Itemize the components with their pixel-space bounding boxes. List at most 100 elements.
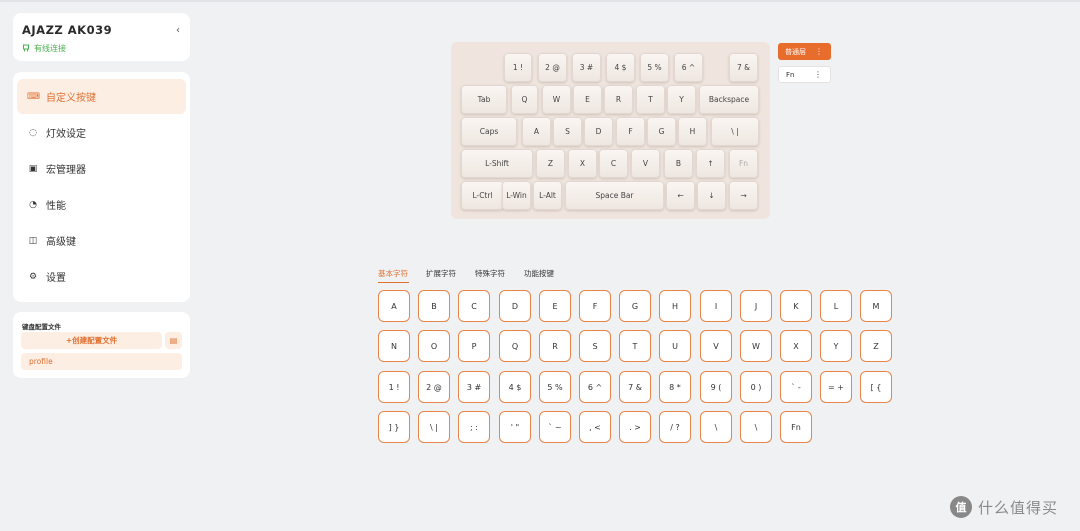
- char-key[interactable]: V: [700, 330, 732, 362]
- sidebar-item-4[interactable]: ◔ 性能: [17, 187, 186, 222]
- char-key[interactable]: / ?: [659, 411, 691, 443]
- keyboard-key[interactable]: Z: [536, 149, 565, 178]
- char-key[interactable]: I: [700, 290, 732, 322]
- char-key[interactable]: F: [579, 290, 611, 322]
- keyboard-key[interactable]: Q: [511, 85, 538, 114]
- sidebar-item-5[interactable]: ◫ 高级键: [17, 223, 186, 258]
- keyboard-key[interactable]: Fn: [729, 149, 758, 178]
- char-key[interactable]: G: [619, 290, 651, 322]
- tab-extended-chars[interactable]: 扩展字符: [426, 268, 456, 279]
- char-key[interactable]: ; :: [458, 411, 490, 443]
- char-key[interactable]: A: [378, 290, 410, 322]
- char-key[interactable]: 3 #: [458, 371, 490, 403]
- char-key[interactable]: 6 ^: [579, 371, 611, 403]
- char-key[interactable]: L: [820, 290, 852, 322]
- tab-basic-chars[interactable]: 基本字符: [378, 268, 408, 279]
- char-key[interactable]: 4 $: [499, 371, 531, 403]
- keyboard-key[interactable]: F: [616, 117, 645, 146]
- char-key[interactable]: ` -: [780, 371, 812, 403]
- keyboard-key[interactable]: A: [522, 117, 551, 146]
- keyboard-key[interactable]: 1 !: [504, 53, 532, 82]
- keyboard-key[interactable]: L-Alt: [533, 181, 562, 210]
- char-key[interactable]: 9 (: [700, 371, 732, 403]
- import-file-button[interactable]: ▤: [165, 332, 182, 349]
- keyboard-key[interactable]: Y: [667, 85, 696, 114]
- char-key[interactable]: Z: [860, 330, 892, 362]
- keyboard-key[interactable]: R: [604, 85, 633, 114]
- char-key[interactable]: H: [659, 290, 691, 322]
- char-key[interactable]: = +: [820, 371, 852, 403]
- keyboard-key[interactable]: ←: [666, 181, 695, 210]
- tab-special-chars[interactable]: 特殊字符: [475, 268, 505, 279]
- char-key[interactable]: ` ~: [539, 411, 571, 443]
- keyboard-key[interactable]: D: [584, 117, 613, 146]
- keyboard-key[interactable]: →: [729, 181, 758, 210]
- keyboard-key[interactable]: Space Bar: [565, 181, 664, 210]
- char-key[interactable]: O: [418, 330, 450, 362]
- char-key[interactable]: 1 !: [378, 371, 410, 403]
- keyboard-key[interactable]: 7 &: [729, 53, 758, 82]
- keyboard-key[interactable]: Tab: [461, 85, 507, 114]
- keyboard-key[interactable]: 2 @: [538, 53, 567, 82]
- char-key[interactable]: \: [740, 411, 772, 443]
- char-key[interactable]: Fn: [780, 411, 812, 443]
- char-key[interactable]: D: [499, 290, 531, 322]
- char-key[interactable]: W: [740, 330, 772, 362]
- keyboard-key[interactable]: 5 %: [640, 53, 669, 82]
- more-icon[interactable]: ⋮: [814, 70, 822, 79]
- sidebar-item-6[interactable]: ⚙ 设置: [17, 259, 186, 294]
- keyboard-key[interactable]: V: [631, 149, 660, 178]
- char-key[interactable]: E: [539, 290, 571, 322]
- char-key[interactable]: X: [780, 330, 812, 362]
- char-key[interactable]: K: [780, 290, 812, 322]
- keyboard-key[interactable]: 3 #: [572, 53, 601, 82]
- layer-fn[interactable]: Fn ⋮: [778, 66, 831, 83]
- char-key[interactable]: C: [458, 290, 490, 322]
- char-key[interactable]: T: [619, 330, 651, 362]
- keyboard-key[interactable]: 4 $: [606, 53, 635, 82]
- char-key[interactable]: , <: [579, 411, 611, 443]
- keyboard-key[interactable]: L-Ctrl: [461, 181, 504, 210]
- keyboard-key[interactable]: X: [568, 149, 597, 178]
- create-profile-button[interactable]: +创建配置文件: [21, 332, 162, 349]
- char-key[interactable]: Q: [499, 330, 531, 362]
- keyboard-key[interactable]: L-Shift: [461, 149, 533, 178]
- keyboard-key[interactable]: C: [599, 149, 628, 178]
- char-key[interactable]: J: [740, 290, 772, 322]
- char-key[interactable]: M: [860, 290, 892, 322]
- profile-item[interactable]: profile: [21, 353, 182, 370]
- sidebar-item-1[interactable]: ⌨ 自定义按键: [17, 79, 186, 114]
- char-key[interactable]: Y: [820, 330, 852, 362]
- keyboard-key[interactable]: Backspace: [699, 85, 759, 114]
- keyboard-key[interactable]: 6 ^: [674, 53, 703, 82]
- char-key[interactable]: ' ": [499, 411, 531, 443]
- char-key[interactable]: ] }: [378, 411, 410, 443]
- keyboard-key[interactable]: S: [553, 117, 582, 146]
- char-key[interactable]: U: [659, 330, 691, 362]
- keyboard-key[interactable]: E: [573, 85, 602, 114]
- char-key[interactable]: R: [539, 330, 571, 362]
- tab-function-keys[interactable]: 功能按键: [524, 268, 554, 279]
- char-key[interactable]: 0 ): [740, 371, 772, 403]
- keyboard-key[interactable]: G: [647, 117, 676, 146]
- char-key[interactable]: 5 %: [539, 371, 571, 403]
- keyboard-key[interactable]: T: [636, 85, 665, 114]
- char-key[interactable]: S: [579, 330, 611, 362]
- keyboard-key[interactable]: W: [542, 85, 571, 114]
- char-key[interactable]: 7 &: [619, 371, 651, 403]
- sidebar-item-3[interactable]: ▣ 宏管理器: [17, 151, 186, 186]
- layer-normal[interactable]: 普通层 ⋮: [778, 43, 831, 60]
- char-key[interactable]: \ |: [418, 411, 450, 443]
- char-key[interactable]: 8 *: [659, 371, 691, 403]
- keyboard-key[interactable]: H: [678, 117, 707, 146]
- char-key[interactable]: . >: [619, 411, 651, 443]
- char-key[interactable]: N: [378, 330, 410, 362]
- collapse-sidebar-button[interactable]: ‹: [176, 25, 180, 36]
- char-key[interactable]: B: [418, 290, 450, 322]
- keyboard-key[interactable]: ↓: [697, 181, 726, 210]
- keyboard-key[interactable]: B: [664, 149, 693, 178]
- more-icon[interactable]: ⋮: [815, 47, 823, 56]
- char-key[interactable]: \: [700, 411, 732, 443]
- sidebar-item-2[interactable]: ◌ 灯效设定: [17, 115, 186, 150]
- char-key[interactable]: P: [458, 330, 490, 362]
